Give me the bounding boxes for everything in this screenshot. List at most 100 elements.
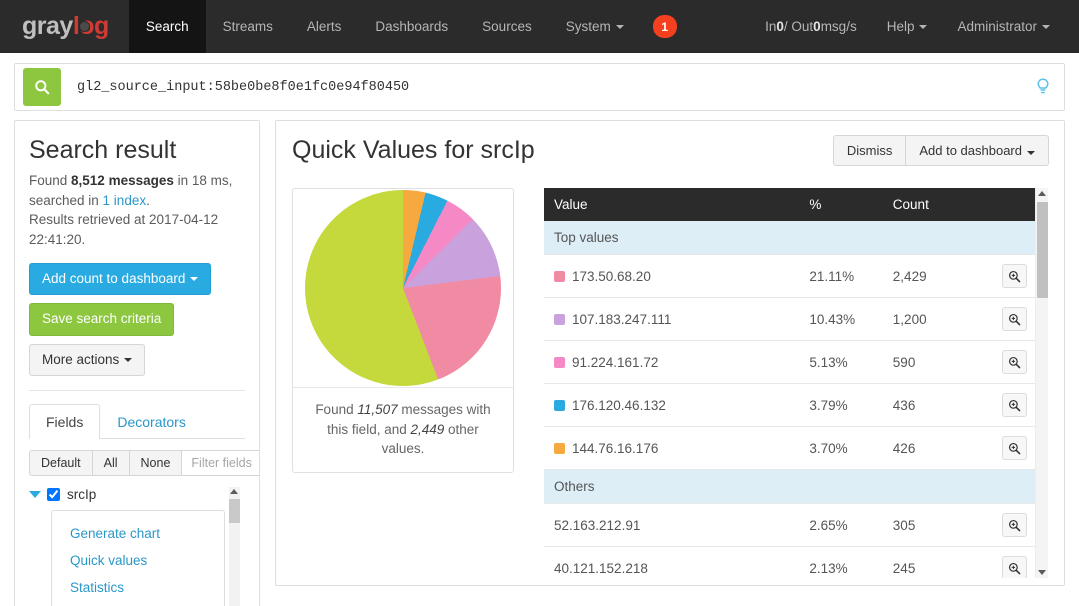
zoom-in-icon: [1008, 562, 1021, 575]
search-input[interactable]: [61, 80, 1036, 95]
top-navbar: graylog Search Streams Alerts Dashboards…: [0, 0, 1079, 53]
filter-fields-input[interactable]: [181, 450, 260, 476]
filter-by-value-button[interactable]: [1002, 350, 1027, 374]
field-action-quick-values[interactable]: Quick values: [70, 548, 224, 575]
scroll-up-arrow-icon[interactable]: [1038, 191, 1046, 196]
search-bar-container: [0, 53, 1079, 111]
dismiss-button[interactable]: Dismiss: [833, 135, 907, 166]
index-link[interactable]: 1 index: [103, 193, 147, 208]
pie-chart-card: Found 11,507 messages with this field, a…: [292, 188, 514, 473]
table-row[interactable]: 107.183.247.11110.43%1,200: [544, 298, 1035, 341]
nav-item-dashboards[interactable]: Dashboards: [358, 0, 465, 53]
cell-count: 426: [883, 427, 976, 470]
cell-count: 436: [883, 384, 976, 427]
fields-default-button[interactable]: Default: [29, 450, 93, 476]
navbar-right: In 0 / Out 0 msg/s Help Administrator: [750, 0, 1079, 53]
column-header-count[interactable]: Count: [883, 188, 976, 221]
field-checkbox-srcip[interactable]: [47, 488, 60, 501]
add-count-to-dashboard-button[interactable]: Add count to dashboard: [29, 263, 211, 295]
filter-by-value-button[interactable]: [1002, 513, 1027, 537]
nav-item-alerts[interactable]: Alerts: [290, 0, 359, 53]
fields-all-button[interactable]: All: [92, 450, 130, 476]
table-scroll-thumb[interactable]: [1037, 202, 1048, 298]
table-row[interactable]: 173.50.68.2021.11%2,429: [544, 255, 1035, 298]
filter-by-value-button[interactable]: [1002, 264, 1027, 288]
quick-values-table: Value % Count Top values173.50.68.2021.1…: [544, 188, 1035, 578]
field-action-world-map[interactable]: World Map: [70, 602, 224, 606]
nav-item-help[interactable]: Help: [872, 0, 943, 53]
table-header-row: Value % Count: [544, 188, 1035, 221]
table-row[interactable]: 91.224.161.725.13%590: [544, 341, 1035, 384]
table-row[interactable]: 176.120.46.1323.79%436: [544, 384, 1035, 427]
nav-label: Streams: [223, 19, 273, 34]
scroll-up-arrow-icon[interactable]: [230, 489, 238, 494]
nav-item-search[interactable]: Search: [129, 0, 206, 53]
field-list-scroll-thumb[interactable]: [229, 499, 240, 523]
table-scrollbar[interactable]: [1035, 188, 1048, 578]
nav-item-user-menu[interactable]: Administrator: [942, 0, 1065, 53]
cell-percent: 5.13%: [799, 341, 882, 384]
throughput-indicator[interactable]: In 0 / Out 0 msg/s: [750, 0, 872, 53]
column-header-percent[interactable]: %: [799, 188, 882, 221]
button-label: All: [104, 456, 118, 470]
filter-by-value-button[interactable]: [1002, 556, 1027, 578]
page-content: Search result Found 8,512 messages in 18…: [0, 111, 1079, 606]
cell-count: 2,429: [883, 255, 976, 298]
button-label: More actions: [42, 352, 119, 368]
cell-actions: [976, 547, 1035, 579]
chevron-down-icon[interactable]: [29, 491, 41, 498]
table-row[interactable]: 40.121.152.2182.13%245: [544, 547, 1035, 579]
search-submit-button[interactable]: [23, 68, 61, 106]
cell-actions: [976, 384, 1035, 427]
fields-none-button[interactable]: None: [129, 450, 183, 476]
cell-actions: [976, 427, 1035, 470]
chevron-down-icon: [919, 25, 927, 29]
add-to-dashboard-button[interactable]: Add to dashboard: [905, 135, 1049, 166]
table-row[interactable]: 52.163.212.912.65%305: [544, 504, 1035, 547]
filter-by-value-button[interactable]: [1002, 436, 1027, 460]
button-label: Add to dashboard: [919, 143, 1022, 158]
pie-chart[interactable]: [305, 190, 501, 386]
cell-value: 144.76.16.176: [544, 427, 799, 470]
field-list-scrollbar[interactable]: [229, 487, 240, 606]
cell-actions: [976, 255, 1035, 298]
cell-value: 107.183.247.111: [544, 298, 799, 341]
button-label: Dismiss: [847, 143, 893, 158]
filter-by-value-button[interactable]: [1002, 307, 1027, 331]
quick-values-panel: Quick Values for srcIp Dismiss Add to da…: [275, 120, 1065, 586]
throughput-in: 0: [776, 19, 784, 34]
filter-by-value-button[interactable]: [1002, 393, 1027, 417]
nav-item-streams[interactable]: Streams: [206, 0, 290, 53]
graylog-logo[interactable]: graylog: [0, 0, 129, 53]
field-row-srcip[interactable]: srcIp: [29, 487, 245, 502]
throughput-prefix: In: [765, 19, 776, 34]
notification-badge[interactable]: 1: [653, 15, 677, 38]
save-search-criteria-button[interactable]: Save search criteria: [29, 303, 174, 335]
tab-decorators[interactable]: Decorators: [100, 404, 202, 439]
add-count-row: Add count to dashboard: [29, 263, 245, 295]
field-action-generate-chart[interactable]: Generate chart: [70, 521, 224, 548]
cell-count: 245: [883, 547, 976, 579]
more-actions-button[interactable]: More actions: [29, 344, 145, 376]
cell-percent: 3.79%: [799, 384, 882, 427]
page-title: Search result: [29, 135, 245, 165]
cell-value: 173.50.68.20: [544, 255, 799, 298]
search-hints-bulb-icon[interactable]: [1036, 78, 1050, 96]
column-header-value[interactable]: Value: [544, 188, 799, 221]
nav-item-sources[interactable]: Sources: [465, 0, 549, 53]
cell-percent: 3.70%: [799, 427, 882, 470]
cell-percent: 2.13%: [799, 547, 882, 579]
field-list: srcIp Generate chart Quick values Statis…: [29, 487, 245, 606]
nav-item-system[interactable]: System: [549, 0, 641, 53]
cell-count: 305: [883, 504, 976, 547]
field-action-statistics[interactable]: Statistics: [70, 575, 224, 602]
cell-actions: [976, 341, 1035, 384]
tab-fields[interactable]: Fields: [29, 404, 100, 439]
table-row[interactable]: 144.76.16.1763.70%426: [544, 427, 1035, 470]
results-retrieved-text: Results retrieved at 2017-04-12 22:41:20…: [29, 212, 218, 247]
series-color-swatch: [554, 400, 565, 411]
scroll-down-arrow-icon[interactable]: [1038, 570, 1046, 575]
table-section-label: Others: [544, 470, 1035, 504]
field-filter-toolbar: Default All None: [29, 450, 245, 476]
search-icon: [34, 79, 50, 95]
